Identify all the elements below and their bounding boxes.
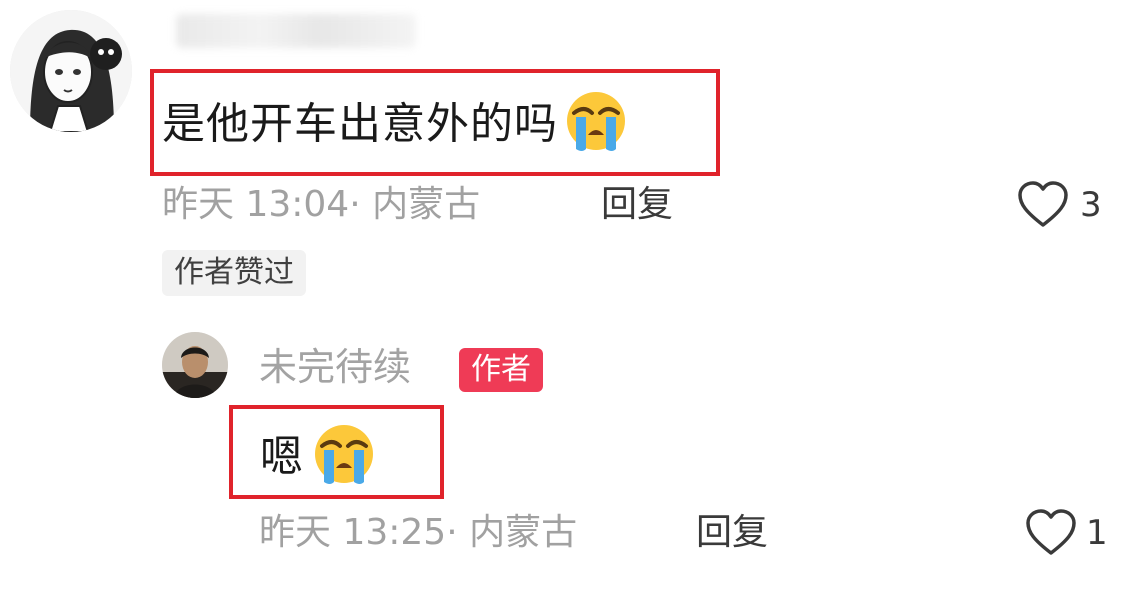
- reply-time: 昨天 13:25: [259, 512, 447, 553]
- reply-location: 内蒙古: [469, 512, 578, 553]
- reply-like-count: 1: [1086, 513, 1108, 553]
- comment-like-button[interactable]: [1016, 180, 1070, 230]
- author-tag-badge: 作者: [459, 348, 543, 392]
- reply-text: 嗯: [260, 432, 304, 483]
- anime-girl-avatar-image: [10, 10, 132, 132]
- reply-body: 嗯: [260, 425, 376, 492]
- comment-location: 内蒙古: [372, 184, 481, 225]
- comment-text: 是他开车出意外的吗: [162, 99, 558, 150]
- author-avatar[interactable]: [162, 332, 228, 398]
- reply-reply-button[interactable]: 回复: [696, 515, 768, 551]
- loudly-crying-face-icon: [564, 89, 628, 153]
- author-liked-badge: 作者赞过: [162, 250, 306, 296]
- reply-like-button[interactable]: [1024, 508, 1078, 558]
- comment-time: 昨天 13:04: [162, 184, 350, 225]
- author-photo-avatar-image: [162, 332, 228, 398]
- comment-reply-button[interactable]: 回复: [601, 187, 673, 223]
- author-username[interactable]: 未完待续: [259, 348, 411, 386]
- comment-body: 是他开车出意外的吗: [162, 92, 628, 159]
- commenter-name-blurred: [176, 14, 416, 48]
- heart-icon: [1018, 181, 1068, 227]
- comment-meta: 昨天 13:04· 内蒙古: [162, 184, 481, 225]
- reply-meta: 昨天 13:25· 内蒙古: [259, 512, 578, 553]
- loudly-crying-face-icon: [312, 422, 376, 486]
- commenter-avatar[interactable]: [10, 10, 132, 132]
- comment-like-count: 3: [1080, 185, 1102, 225]
- heart-icon: [1026, 509, 1076, 555]
